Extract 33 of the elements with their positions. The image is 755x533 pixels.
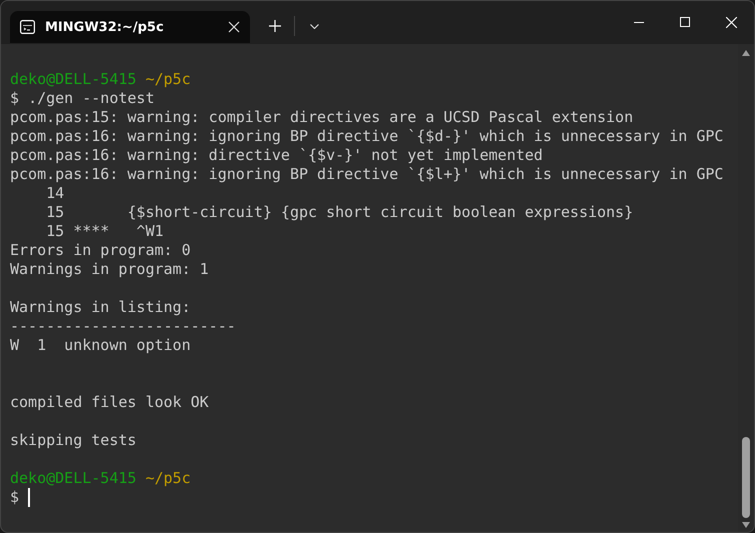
output-line: pcom.pas:16: warning: ignoring BP directive `{$d-}' which is unnecessary in GPC	[10, 127, 724, 145]
terminal-tab[interactable]: MINGW32:~/p5c	[10, 11, 250, 43]
prompt-user: deko@DELL-5415	[10, 70, 136, 88]
prompt-path: ~/p5c	[145, 469, 191, 487]
output-line: Errors in program: 0	[10, 241, 191, 259]
output-line: Warnings in listing:	[10, 298, 191, 316]
output-line: pcom.pas:15: warning: compiler directives are a UCSD Pascal extension	[10, 108, 634, 126]
prompt-symbol: $	[10, 488, 20, 506]
scroll-up-icon[interactable]	[742, 50, 750, 56]
output-line: Warnings in program: 1	[10, 260, 209, 278]
close-icon	[726, 16, 736, 28]
output-line: 14	[45, 184, 64, 202]
tab-title: MINGW32:~/p5c	[45, 20, 165, 34]
output-line: skipping tests	[10, 431, 136, 449]
output-line: 15 **** ^W1	[45, 222, 164, 240]
output-line: -------------------------	[10, 317, 236, 335]
chevron-down-icon	[310, 24, 318, 28]
prompt-symbol: $	[10, 89, 20, 107]
scroll-down-icon[interactable]	[742, 522, 750, 528]
terminal-icon	[20, 20, 35, 34]
close-icon[interactable]	[228, 21, 240, 33]
prompt-path: ~/p5c	[145, 70, 191, 88]
scrollbar-thumb[interactable]	[742, 437, 750, 518]
maximize-icon	[680, 17, 690, 27]
command-text: ./gen --notest	[28, 89, 154, 107]
output-line: pcom.pas:16: warning: directive `{$v-}' not yet implemented	[10, 146, 543, 164]
plus-icon	[269, 20, 281, 32]
output-line: W 1 unknown option	[10, 336, 191, 354]
output-line: 15 {$short-circuit} {gpc short circuit boolean expressions}	[45, 203, 634, 221]
output-line: compiled files look OK	[10, 393, 209, 411]
prompt-user: deko@DELL-5415	[10, 469, 136, 487]
output-line: pcom.pas:16: warning: ignoring BP directive `{$l+}' which is unnecessary in GPC	[10, 165, 724, 183]
text-cursor	[28, 488, 30, 507]
